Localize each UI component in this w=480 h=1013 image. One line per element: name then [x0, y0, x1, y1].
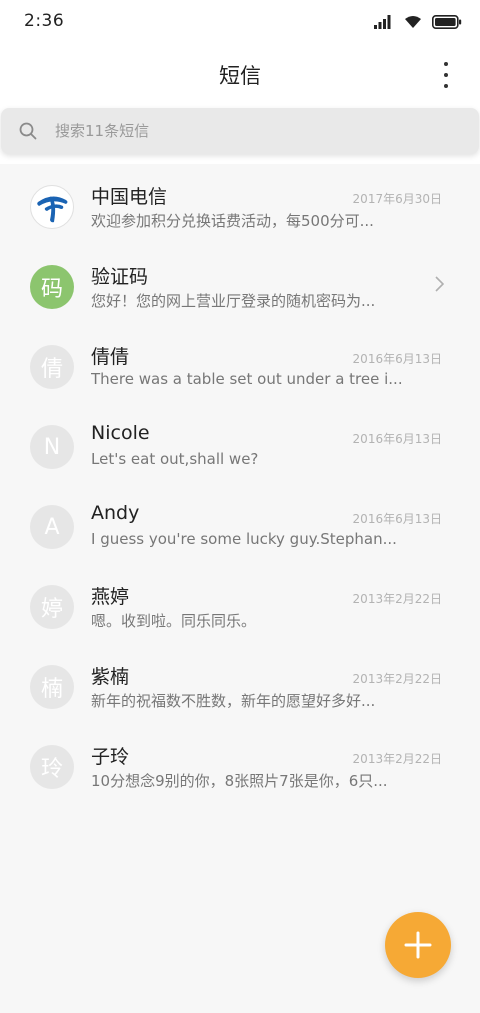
message-item[interactable]: A Andy 2016年6月13日 I guess you're some lu… — [0, 484, 480, 564]
wifi-icon — [405, 16, 421, 28]
status-time: 2:36 — [24, 11, 65, 31]
chevron-right-icon — [435, 276, 444, 292]
contact-name: 倩倩 — [91, 346, 130, 368]
message-item[interactable]: 倩 倩倩 2016年6月13日 There was a table set ou… — [0, 324, 480, 404]
more-vertical-icon — [444, 62, 448, 66]
contact-name: 子玲 — [91, 746, 130, 768]
avatar — [30, 185, 74, 229]
more-options-button[interactable] — [438, 62, 454, 88]
message-list: 中国电信 2017年6月30日 欢迎参加积分兑换话费活动，每500分可... 码… — [0, 164, 480, 804]
message-date: 2016年6月13日 — [352, 512, 442, 526]
avatar: 玲 — [30, 745, 74, 789]
message-preview: There was a table set out under a tree i… — [91, 370, 403, 388]
message-preview: Let's eat out,shall we? — [91, 450, 259, 468]
message-item[interactable]: 婷 燕婷 2013年2月22日 嗯。收到啦。同乐同乐。 — [0, 564, 480, 644]
battery-icon — [432, 15, 462, 29]
more-vertical-icon-dot — [444, 84, 448, 88]
message-item[interactable]: 玲 子玲 2013年2月22日 10分想念9别的你，8张照片7张是你，6只... — [0, 724, 480, 804]
contact-name: Nicole — [91, 422, 150, 444]
message-item[interactable]: 中国电信 2017年6月30日 欢迎参加积分兑换话费活动，每500分可... — [0, 164, 480, 244]
search-section — [0, 106, 480, 164]
message-date: 2016年6月13日 — [352, 352, 442, 366]
message-item[interactable]: 楠 紫楠 2013年2月22日 新年的祝福数不胜数，新年的愿望好多好... — [0, 644, 480, 724]
avatar: 倩 — [30, 345, 74, 389]
contact-name: 中国电信 — [91, 186, 168, 208]
status-bar: 2:36 — [0, 0, 480, 44]
china-telecom-logo-icon — [37, 196, 68, 223]
message-item[interactable]: N Nicole 2016年6月13日 Let's eat out,shall … — [0, 404, 480, 484]
message-preview: I guess you're some lucky guy.Stephan... — [91, 530, 397, 548]
new-message-button[interactable] — [385, 912, 451, 978]
signal-icon — [374, 15, 391, 29]
contact-name: 燕婷 — [91, 586, 130, 608]
message-preview: 您好！您的网上营业厅登录的随机密码为... — [91, 292, 376, 310]
search-icon — [19, 122, 37, 140]
message-preview: 新年的祝福数不胜数，新年的愿望好多好... — [91, 692, 376, 710]
avatar: A — [30, 505, 74, 549]
avatar: N — [30, 425, 74, 469]
message-date: 2013年2月22日 — [352, 592, 442, 606]
message-date: 2017年6月30日 — [352, 192, 442, 206]
message-preview: 欢迎参加积分兑换话费活动，每500分可... — [91, 212, 374, 230]
status-icons — [374, 12, 462, 32]
plus-icon — [404, 931, 432, 959]
contact-name: Andy — [91, 502, 140, 524]
contact-name: 紫楠 — [91, 666, 130, 688]
avatar: 码 — [30, 265, 74, 309]
avatar: 婷 — [30, 585, 74, 629]
avatar: 楠 — [30, 665, 74, 709]
message-date: 2013年2月22日 — [352, 752, 442, 766]
search-bar[interactable] — [1, 108, 479, 154]
contact-name: 验证码 — [91, 266, 149, 288]
message-preview: 10分想念9别的你，8张照片7张是你，6只... — [91, 772, 388, 790]
more-vertical-icon-dot — [444, 73, 448, 77]
message-date: 2013年2月22日 — [352, 672, 442, 686]
search-input[interactable] — [45, 116, 465, 146]
message-date: 2016年6月13日 — [352, 432, 442, 446]
message-preview: 嗯。收到啦。同乐同乐。 — [91, 612, 257, 630]
message-item[interactable]: 码 验证码 您好！您的网上营业厅登录的随机密码为... — [0, 244, 480, 324]
page-title: 短信 — [219, 64, 261, 88]
app-header: 短信 — [0, 44, 480, 106]
